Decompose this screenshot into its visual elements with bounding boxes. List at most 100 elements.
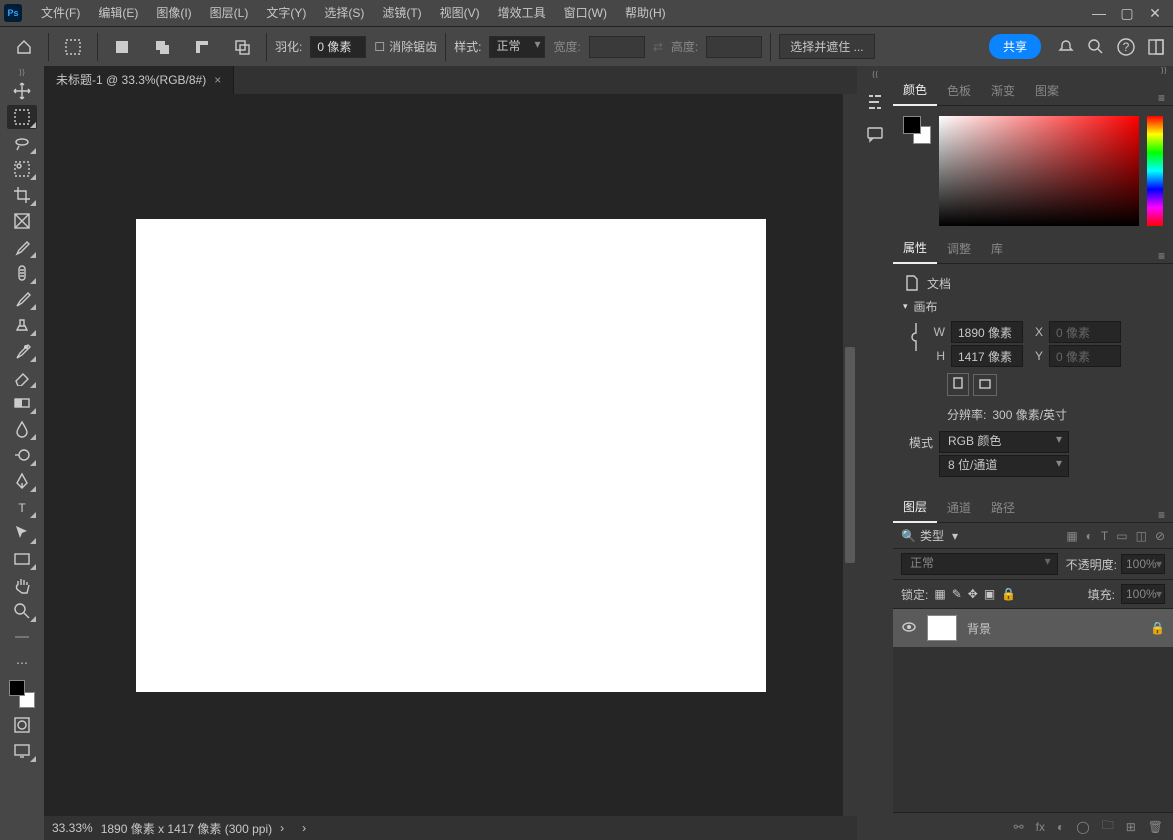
- healing-brush-tool[interactable]: [7, 261, 37, 285]
- orientation-portrait-icon[interactable]: [947, 373, 969, 396]
- lock-position-icon[interactable]: ✥: [968, 587, 978, 601]
- filter-shape-icon[interactable]: ▭: [1116, 529, 1127, 543]
- menu-layer[interactable]: 图层(L): [201, 0, 258, 26]
- history-brush-tool[interactable]: [7, 339, 37, 363]
- menu-plugin[interactable]: 增效工具: [489, 0, 555, 26]
- type-tool[interactable]: T: [7, 495, 37, 519]
- hand-tool[interactable]: [7, 573, 37, 597]
- canvas[interactable]: [136, 219, 766, 692]
- layer-thumbnail[interactable]: [927, 615, 957, 641]
- move-tool[interactable]: [7, 79, 37, 103]
- lasso-tool[interactable]: [7, 131, 37, 155]
- vertical-scrollbar[interactable]: [843, 94, 857, 816]
- notifications-icon[interactable]: [1057, 38, 1075, 56]
- rectangle-tool[interactable]: [7, 547, 37, 571]
- link-dimensions-icon[interactable]: [909, 319, 923, 359]
- share-button[interactable]: 共享: [989, 34, 1041, 59]
- dodge-tool[interactable]: [7, 443, 37, 467]
- zoom-tool[interactable]: [7, 599, 37, 623]
- lock-pixels-icon[interactable]: ✎: [952, 587, 962, 601]
- status-chevron-icon-2[interactable]: ›: [302, 821, 306, 835]
- eraser-tool[interactable]: [7, 365, 37, 389]
- quick-mask-toggle[interactable]: [7, 713, 37, 737]
- tab-swatches[interactable]: 色板: [937, 76, 981, 105]
- document-tab-close-icon[interactable]: ×: [214, 66, 221, 94]
- crop-tool[interactable]: [7, 183, 37, 207]
- clone-stamp-tool[interactable]: [7, 313, 37, 337]
- menu-image[interactable]: 图像(I): [147, 0, 200, 26]
- selection-subtract-icon[interactable]: [186, 31, 218, 63]
- quick-selection-tool[interactable]: [7, 157, 37, 181]
- filter-type-icon[interactable]: T: [1101, 529, 1108, 543]
- orientation-landscape-icon[interactable]: [973, 374, 997, 396]
- layer-fx-icon[interactable]: fx: [1036, 820, 1045, 834]
- layer-lock-icon[interactable]: 🔒: [1150, 621, 1165, 635]
- blur-tool[interactable]: [7, 417, 37, 441]
- tab-channels[interactable]: 通道: [937, 493, 981, 522]
- fill-input[interactable]: 100%: [1121, 584, 1165, 604]
- eyedropper-tool[interactable]: [7, 235, 37, 259]
- current-tool-icon[interactable]: [57, 31, 89, 63]
- status-doc-info[interactable]: 1890 像素 x 1417 像素 (300 ppi): [101, 820, 272, 837]
- gradient-tool[interactable]: [7, 391, 37, 415]
- document-tab[interactable]: 未标题-1 @ 33.3%(RGB/8#) ×: [44, 66, 234, 94]
- status-zoom[interactable]: 33.33%: [52, 821, 93, 835]
- layer-mask-icon[interactable]: ◐: [1057, 820, 1064, 834]
- adjustments-panel-icon-collapsed[interactable]: [865, 92, 885, 112]
- menu-edit[interactable]: 编辑(E): [89, 0, 147, 26]
- color-fg-bg-swatch[interactable]: [903, 116, 931, 144]
- workspace-icon[interactable]: [1147, 38, 1165, 56]
- window-maximize-icon[interactable]: ▢: [1113, 0, 1141, 26]
- filter-pixel-icon[interactable]: ▦: [1066, 529, 1077, 543]
- tool-collapse-icon[interactable]: ⟩⟩: [19, 68, 25, 78]
- layer-row[interactable]: 背景 🔒: [893, 609, 1173, 647]
- menu-filter[interactable]: 滤镜(T): [373, 0, 430, 26]
- menu-window[interactable]: 窗口(W): [555, 0, 616, 26]
- filter-adjustment-icon[interactable]: ◐: [1086, 529, 1093, 543]
- menu-file[interactable]: 文件(F): [32, 0, 89, 26]
- color-mode-select[interactable]: RGB 颜色: [939, 431, 1069, 453]
- tab-layers[interactable]: 图层: [893, 492, 937, 523]
- properties-panel-menu-icon[interactable]: ≡: [1150, 249, 1173, 263]
- comments-panel-icon-collapsed[interactable]: [865, 124, 885, 144]
- search-icon[interactable]: [1087, 38, 1105, 56]
- rectangular-marquee-tool[interactable]: [7, 105, 37, 129]
- hue-slider[interactable]: [1147, 116, 1163, 226]
- home-button[interactable]: [8, 31, 40, 63]
- layer-delete-icon[interactable]: 🗑: [1148, 820, 1163, 834]
- edit-toolbar-button[interactable]: ⋯: [7, 651, 37, 675]
- style-select[interactable]: 正常: [489, 36, 545, 58]
- tab-gradients[interactable]: 渐变: [981, 76, 1025, 105]
- window-close-icon[interactable]: ✕: [1141, 0, 1169, 26]
- menu-type[interactable]: 文字(Y): [257, 0, 315, 26]
- foreground-background-color[interactable]: [7, 680, 37, 708]
- pen-tool[interactable]: [7, 469, 37, 493]
- tab-paths[interactable]: 路径: [981, 493, 1025, 522]
- status-chevron-icon[interactable]: ›: [280, 821, 284, 835]
- filter-toggle-icon[interactable]: ⊘: [1155, 529, 1165, 543]
- layer-adjustment-icon[interactable]: ◯: [1076, 820, 1089, 834]
- lock-transparency-icon[interactable]: ▦: [934, 587, 945, 601]
- menu-help[interactable]: 帮助(H): [616, 0, 675, 26]
- tab-properties[interactable]: 属性: [893, 233, 937, 264]
- canvas-section-toggle[interactable]: 画布: [903, 298, 1163, 315]
- canvas-width-input[interactable]: [951, 321, 1023, 343]
- feather-input[interactable]: [310, 36, 366, 58]
- lock-all-icon[interactable]: 🔒: [1001, 587, 1016, 601]
- menu-view[interactable]: 视图(V): [431, 0, 489, 26]
- selection-add-icon[interactable]: [146, 31, 178, 63]
- path-selection-tool[interactable]: [7, 521, 37, 545]
- blend-mode-select[interactable]: 正常: [901, 553, 1058, 575]
- tab-color[interactable]: 颜色: [893, 75, 937, 106]
- filter-smart-icon[interactable]: ◫: [1136, 529, 1147, 543]
- tab-libraries[interactable]: 库: [981, 234, 1013, 263]
- layer-new-icon[interactable]: ⊞: [1126, 820, 1136, 834]
- opacity-input[interactable]: 100%: [1121, 554, 1165, 574]
- color-panel-menu-icon[interactable]: ≡: [1150, 91, 1173, 105]
- menu-select[interactable]: 选择(S): [315, 0, 373, 26]
- layers-panel-menu-icon[interactable]: ≡: [1150, 508, 1173, 522]
- help-icon[interactable]: ?: [1117, 38, 1135, 56]
- layer-group-icon[interactable]: 🗀: [1102, 816, 1114, 837]
- color-field[interactable]: [939, 116, 1139, 226]
- screen-mode-button[interactable]: [7, 739, 37, 763]
